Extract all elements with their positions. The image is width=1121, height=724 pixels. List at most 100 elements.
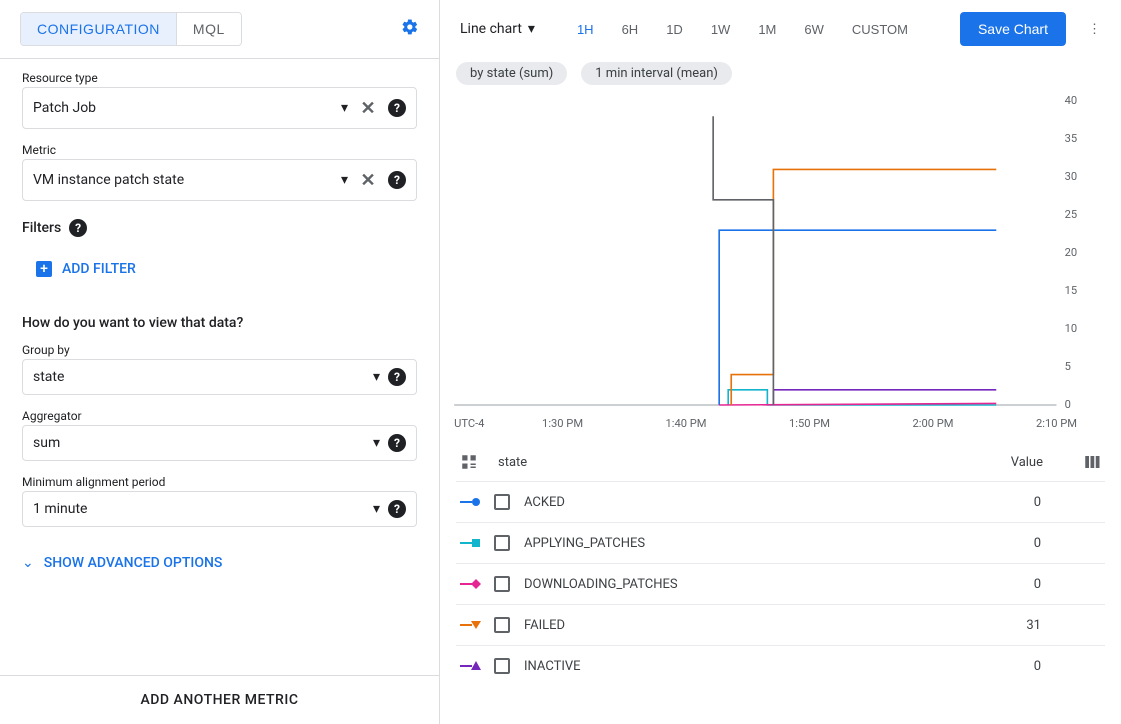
series-checkbox[interactable] bbox=[494, 535, 510, 551]
add-filter-button[interactable]: + ADD FILTER bbox=[22, 249, 136, 289]
chevron-down-icon: ▾ bbox=[373, 435, 380, 451]
legend-row[interactable]: ACKED 0 bbox=[456, 481, 1105, 522]
metric-value: VM instance patch state bbox=[33, 172, 341, 188]
chevron-down-icon: ▾ bbox=[341, 172, 348, 188]
series-value: 31 bbox=[1026, 618, 1041, 633]
aggregator-value: sum bbox=[33, 435, 373, 451]
series-marker-icon bbox=[460, 535, 482, 551]
time-range-group: 1H6H1D1W1M6WCUSTOM bbox=[565, 16, 920, 43]
resource-type-select[interactable]: Patch Job ▾ ✕ ? bbox=[22, 87, 417, 129]
series-checkbox[interactable] bbox=[494, 658, 510, 674]
min-align-field: Minimum alignment period 1 minute ▾ ? bbox=[22, 475, 417, 527]
chart-type-label: Line chart bbox=[460, 21, 522, 37]
time-range-1h[interactable]: 1H bbox=[565, 16, 606, 43]
view-question: How do you want to view that data? bbox=[22, 315, 417, 331]
series-marker-icon bbox=[460, 658, 482, 674]
time-range-6h[interactable]: 6H bbox=[610, 16, 651, 43]
gear-icon[interactable] bbox=[401, 18, 419, 40]
filters-text: Filters bbox=[22, 220, 61, 236]
svg-text:2:10 PM: 2:10 PM bbox=[1036, 417, 1077, 430]
tab-group: CONFIGURATION MQL bbox=[20, 12, 242, 46]
series-name: INACTIVE bbox=[524, 659, 581, 674]
columns-icon[interactable] bbox=[1083, 453, 1101, 471]
legend-row[interactable]: INACTIVE 0 bbox=[456, 645, 1105, 686]
resource-type-field: Resource type Patch Job ▾ ✕ ? bbox=[22, 71, 417, 129]
series-name: APPLYING_PATCHES bbox=[524, 536, 645, 551]
save-chart-button[interactable]: Save Chart bbox=[960, 12, 1066, 46]
show-advanced-label: SHOW ADVANCED OPTIONS bbox=[44, 555, 223, 571]
help-icon[interactable]: ? bbox=[388, 500, 406, 518]
legend-header: state Value bbox=[456, 443, 1105, 481]
aggregator-field: Aggregator sum ▾ ? bbox=[22, 409, 417, 461]
clear-metric-icon[interactable]: ✕ bbox=[356, 168, 380, 192]
chevron-down-icon: ▾ bbox=[373, 369, 380, 385]
series-value: 0 bbox=[1034, 577, 1041, 592]
min-align-select[interactable]: 1 minute ▾ ? bbox=[22, 491, 417, 527]
state-column-header[interactable]: state bbox=[498, 455, 527, 470]
resource-type-value: Patch Job bbox=[33, 100, 341, 116]
help-icon[interactable]: ? bbox=[388, 434, 406, 452]
series-checkbox[interactable] bbox=[494, 576, 510, 592]
add-another-metric-button[interactable]: ADD ANOTHER METRIC bbox=[0, 675, 439, 724]
series-value: 0 bbox=[1034, 536, 1041, 551]
svg-text:0: 0 bbox=[1065, 398, 1071, 411]
svg-text:40: 40 bbox=[1065, 95, 1078, 107]
series-name: DOWNLOADING_PATCHES bbox=[524, 577, 678, 592]
group-by-select[interactable]: state ▾ ? bbox=[22, 359, 417, 395]
time-range-1w[interactable]: 1W bbox=[699, 16, 743, 43]
legend-row[interactable]: DOWNLOADING_PATCHES 0 bbox=[456, 563, 1105, 604]
series-marker-icon bbox=[460, 576, 482, 592]
svg-text:25: 25 bbox=[1065, 208, 1078, 221]
series-name: FAILED bbox=[524, 618, 565, 633]
aggregator-label: Aggregator bbox=[22, 409, 417, 423]
chevron-down-icon: ▾ bbox=[528, 21, 535, 37]
metric-select[interactable]: VM instance patch state ▾ ✕ ? bbox=[22, 159, 417, 201]
legend-row[interactable]: APPLYING_PATCHES 0 bbox=[456, 522, 1105, 563]
svg-text:5: 5 bbox=[1065, 360, 1071, 373]
form-area: Resource type Patch Job ▾ ✕ ? Metric VM … bbox=[0, 59, 439, 675]
help-icon[interactable]: ? bbox=[388, 99, 406, 117]
svg-text:UTC-4: UTC-4 bbox=[454, 417, 484, 430]
svg-text:1:30 PM: 1:30 PM bbox=[542, 417, 583, 430]
chevron-down-icon: ▾ bbox=[341, 100, 348, 116]
help-icon[interactable]: ? bbox=[388, 368, 406, 386]
legend-table: state Value ACKED 0 APPLYING_PATCHES 0 D… bbox=[440, 435, 1121, 724]
tabs-row: CONFIGURATION MQL bbox=[0, 0, 439, 59]
chevron-down-icon: ▾ bbox=[373, 501, 380, 517]
chart-area: 05101520253035401:30 PM1:40 PM1:50 PM2:0… bbox=[440, 95, 1121, 435]
help-icon[interactable]: ? bbox=[69, 219, 87, 237]
more-options-icon[interactable]: ⋮ bbox=[1084, 18, 1105, 41]
legend-row[interactable]: FAILED 31 bbox=[456, 604, 1105, 645]
svg-text:35: 35 bbox=[1065, 132, 1078, 145]
svg-text:1:40 PM: 1:40 PM bbox=[666, 417, 707, 430]
time-range-custom[interactable]: CUSTOM bbox=[840, 16, 920, 43]
tab-mql[interactable]: MQL bbox=[177, 13, 241, 45]
time-range-1m[interactable]: 1M bbox=[746, 16, 788, 43]
value-column-header[interactable]: Value bbox=[1011, 455, 1043, 470]
series-checkbox[interactable] bbox=[494, 494, 510, 510]
chart-type-select[interactable]: Line chart ▾ bbox=[456, 15, 539, 43]
time-range-1d[interactable]: 1D bbox=[654, 16, 695, 43]
min-align-value: 1 minute bbox=[33, 501, 373, 517]
chart-panel: Line chart ▾ 1H6H1D1W1M6WCUSTOM Save Cha… bbox=[440, 0, 1121, 724]
aggregator-select[interactable]: sum ▾ ? bbox=[22, 425, 417, 461]
series-value: 0 bbox=[1034, 659, 1041, 674]
tab-configuration[interactable]: CONFIGURATION bbox=[21, 13, 177, 45]
line-chart: 05101520253035401:30 PM1:40 PM1:50 PM2:0… bbox=[444, 95, 1093, 435]
series-marker-icon bbox=[460, 617, 482, 633]
group-by-label: Group by bbox=[22, 343, 417, 357]
chip-by-state: by state (sum) bbox=[456, 62, 567, 85]
clear-resource-type-icon[interactable]: ✕ bbox=[356, 96, 380, 120]
time-range-6w[interactable]: 6W bbox=[792, 16, 836, 43]
chart-toolbar: Line chart ▾ 1H6H1D1W1M6WCUSTOM Save Cha… bbox=[440, 0, 1121, 58]
min-align-label: Minimum alignment period bbox=[22, 475, 417, 489]
series-value: 0 bbox=[1034, 495, 1041, 510]
grid-icon[interactable] bbox=[460, 453, 478, 471]
show-advanced-button[interactable]: ⌄ SHOW ADVANCED OPTIONS bbox=[22, 555, 222, 571]
chevron-down-icon: ⌄ bbox=[22, 555, 34, 571]
series-checkbox[interactable] bbox=[494, 617, 510, 633]
help-icon[interactable]: ? bbox=[388, 171, 406, 189]
metric-label: Metric bbox=[22, 143, 417, 157]
svg-text:30: 30 bbox=[1065, 170, 1078, 183]
series-name: ACKED bbox=[524, 495, 565, 510]
